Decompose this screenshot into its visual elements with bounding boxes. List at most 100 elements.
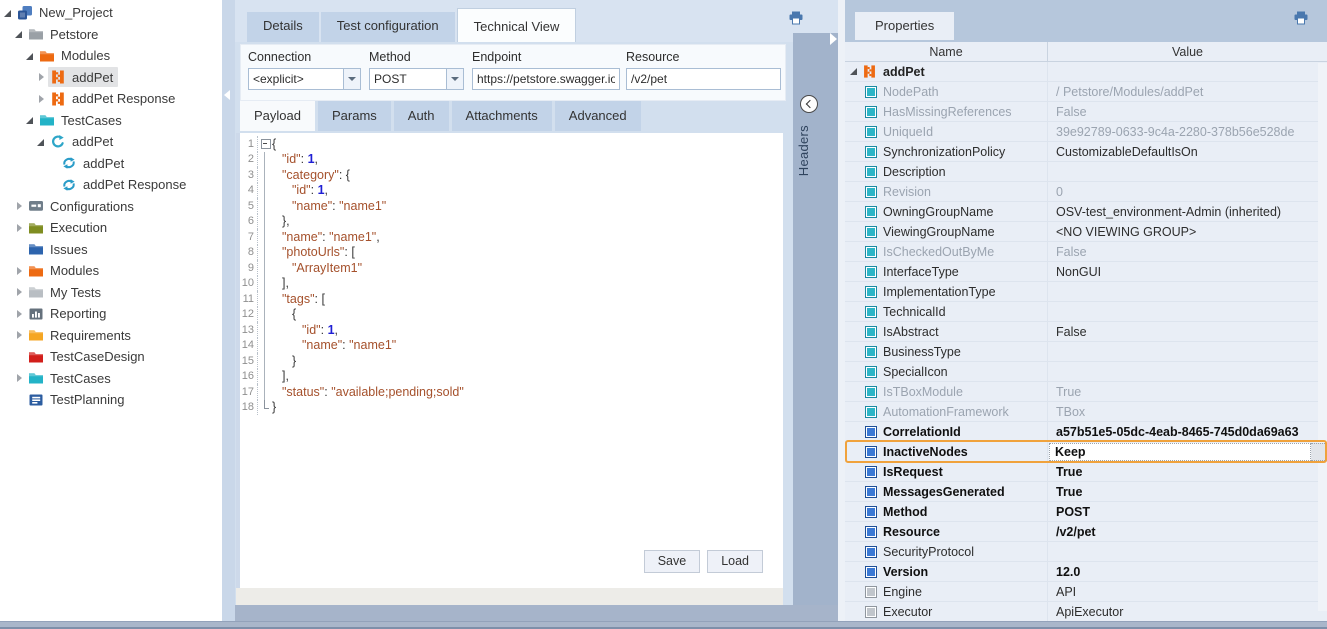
inactive-nodes-input[interactable] [1049, 443, 1311, 461]
tree-item-testcases[interactable]: TestCases [0, 368, 222, 390]
expand-arrow-icon[interactable] [36, 71, 48, 83]
expand-arrow-icon[interactable] [3, 7, 15, 19]
expand-arrow-icon[interactable] [14, 265, 26, 277]
property-value: TBox [1056, 405, 1085, 419]
expand-arrow-icon[interactable] [25, 114, 37, 126]
endpoint-input[interactable] [473, 69, 619, 89]
tree-item-modules[interactable]: Modules [0, 260, 222, 282]
expand-arrow-icon[interactable] [14, 372, 26, 384]
tree-item-requirements[interactable]: Requirements [0, 325, 222, 347]
tab-test-configuration[interactable]: Test configuration [321, 12, 455, 42]
expand-arrow-icon[interactable] [849, 66, 860, 77]
expand-arrow-icon[interactable] [14, 28, 26, 40]
tab-attachments[interactable]: Attachments [452, 101, 552, 131]
tab-details[interactable]: Details [247, 12, 319, 42]
property-row-businesstype[interactable]: BusinessType [845, 342, 1327, 362]
tab-auth[interactable]: Auth [394, 101, 449, 131]
chevron-down-icon[interactable] [343, 69, 360, 89]
field-options-button[interactable] [1311, 443, 1327, 461]
name-column-header[interactable]: Name [845, 42, 1048, 61]
method-select[interactable] [370, 69, 446, 89]
property-row-viewinggroupname[interactable]: ViewingGroupName<NO VIEWING GROUP> [845, 222, 1327, 242]
property-row-ischeckedoutbyme[interactable]: IsCheckedOutByMeFalse [845, 242, 1327, 262]
property-row-owninggroupname[interactable]: OwningGroupNameOSV-test_environment-Admi… [845, 202, 1327, 222]
expand-arrow-icon[interactable] [36, 136, 48, 148]
headers-vertical-tab[interactable]: Headers [796, 125, 811, 176]
property-row-specialicon[interactable]: SpecialIcon [845, 362, 1327, 382]
property-row-hasmissingreferences[interactable]: HasMissingReferencesFalse [845, 102, 1327, 122]
connection-select[interactable] [249, 69, 343, 89]
payload-json-editor[interactable]: 1{2"id": 1,3"category": {4"id": 1,5"name… [236, 133, 783, 588]
tab-payload[interactable]: Payload [240, 101, 315, 131]
tree-item-new-project[interactable]: New_Project [0, 2, 222, 24]
property-row-method[interactable]: MethodPOST [845, 502, 1327, 522]
tree-item-reporting[interactable]: Reporting [0, 303, 222, 325]
tree-item-addpet[interactable]: addPet [0, 153, 222, 175]
property-row-nodepath[interactable]: NodePath/ Petstore/Modules/addPet [845, 82, 1327, 102]
property-row-implementationtype[interactable]: ImplementationType [845, 282, 1327, 302]
tree-item-addpet[interactable]: addPet [0, 131, 222, 153]
property-row-executor[interactable]: ExecutorApiExecutor [845, 602, 1327, 622]
property-row-messagesgenerated[interactable]: MessagesGeneratedTrue [845, 482, 1327, 502]
tree-item-addpet[interactable]: addPet [0, 67, 222, 89]
property-row-automationframework[interactable]: AutomationFrameworkTBox [845, 402, 1327, 422]
tab-properties[interactable]: Properties [855, 12, 954, 40]
property-row-synchronizationpolicy[interactable]: SynchronizationPolicyCustomizableDefault… [845, 142, 1327, 162]
collapse-tree-icon[interactable] [224, 90, 230, 100]
property-row-uniqueid[interactable]: UniqueId39e92789-0633-9c4a-2280-378b56e5… [845, 122, 1327, 142]
tree-item-issues[interactable]: Issues [0, 239, 222, 261]
property-row-description[interactable]: Description [845, 162, 1327, 182]
save-button[interactable]: Save [644, 550, 701, 573]
tree-item-testcases[interactable]: TestCases [0, 110, 222, 132]
printer-icon[interactable] [788, 11, 804, 25]
property-row-istboxmodule[interactable]: IsTBoxModuleTrue [845, 382, 1327, 402]
expand-panel-icon[interactable] [830, 33, 837, 45]
expand-arrow-icon[interactable] [14, 308, 26, 320]
tab-advanced[interactable]: Advanced [555, 101, 641, 131]
expand-headers-button[interactable] [800, 95, 818, 113]
expand-arrow-icon[interactable] [36, 93, 48, 105]
tree-splitter[interactable] [222, 0, 235, 621]
printer-icon[interactable] [1293, 11, 1309, 25]
property-row-securityprotocol[interactable]: SecurityProtocol [845, 542, 1327, 562]
property-row-version[interactable]: Version12.0 [845, 562, 1327, 582]
expand-arrow-icon[interactable] [14, 286, 26, 298]
expand-arrow-icon[interactable] [14, 200, 26, 212]
property-row-resource[interactable]: Resource/v2/pet [845, 522, 1327, 542]
property-row-technicalid[interactable]: TechnicalId [845, 302, 1327, 322]
tree-item-testcasedesign[interactable]: TestCaseDesign [0, 346, 222, 368]
property-value: True [1056, 385, 1081, 399]
property-name: InactiveNodes [883, 445, 968, 459]
property-row-isabstract[interactable]: IsAbstractFalse [845, 322, 1327, 342]
tree-item-label: Configurations [50, 199, 134, 214]
property-row-correlationid[interactable]: CorrelationIda57b51e5-05dc-4eab-8465-745… [845, 422, 1327, 442]
expand-arrow-icon[interactable] [14, 329, 26, 341]
tab-params[interactable]: Params [318, 101, 391, 131]
property-root-row[interactable]: addPet [845, 62, 1327, 82]
chevron-down-icon[interactable] [446, 69, 463, 89]
tree-item-execution[interactable]: Execution [0, 217, 222, 239]
tree-item-addpet-response[interactable]: addPet Response [0, 88, 222, 110]
fold-collapse-icon[interactable] [258, 136, 272, 152]
tree-item-addpet-response[interactable]: addPet Response [0, 174, 222, 196]
property-row-inactivenodes[interactable]: InactiveNodes [845, 442, 1327, 462]
expand-arrow-icon[interactable] [25, 50, 37, 62]
property-row-revision[interactable]: Revision0 [845, 182, 1327, 202]
properties-scrollbar[interactable] [1318, 63, 1327, 611]
line-number: 14 [240, 339, 257, 351]
property-row-isrequest[interactable]: IsRequestTrue [845, 462, 1327, 482]
property-row-interfacetype[interactable]: InterfaceTypeNonGUI [845, 262, 1327, 282]
tree-item-configurations[interactable]: Configurations [0, 196, 222, 218]
code-line: 14"name": "name1" [240, 338, 783, 354]
value-column-header[interactable]: Value [1048, 42, 1327, 61]
property-row-engine[interactable]: EngineAPI [845, 582, 1327, 602]
tree-item-my-tests[interactable]: My Tests [0, 282, 222, 304]
resource-input[interactable] [627, 69, 780, 89]
load-button[interactable]: Load [707, 550, 763, 573]
tree-item-testplanning[interactable]: TestPlanning [0, 389, 222, 411]
tree-item-modules[interactable]: Modules [0, 45, 222, 67]
tree-item-petstore[interactable]: Petstore [0, 24, 222, 46]
expand-arrow-icon[interactable] [14, 222, 26, 234]
property-value: False [1056, 105, 1087, 119]
tab-technical-view[interactable]: Technical View [457, 8, 577, 42]
